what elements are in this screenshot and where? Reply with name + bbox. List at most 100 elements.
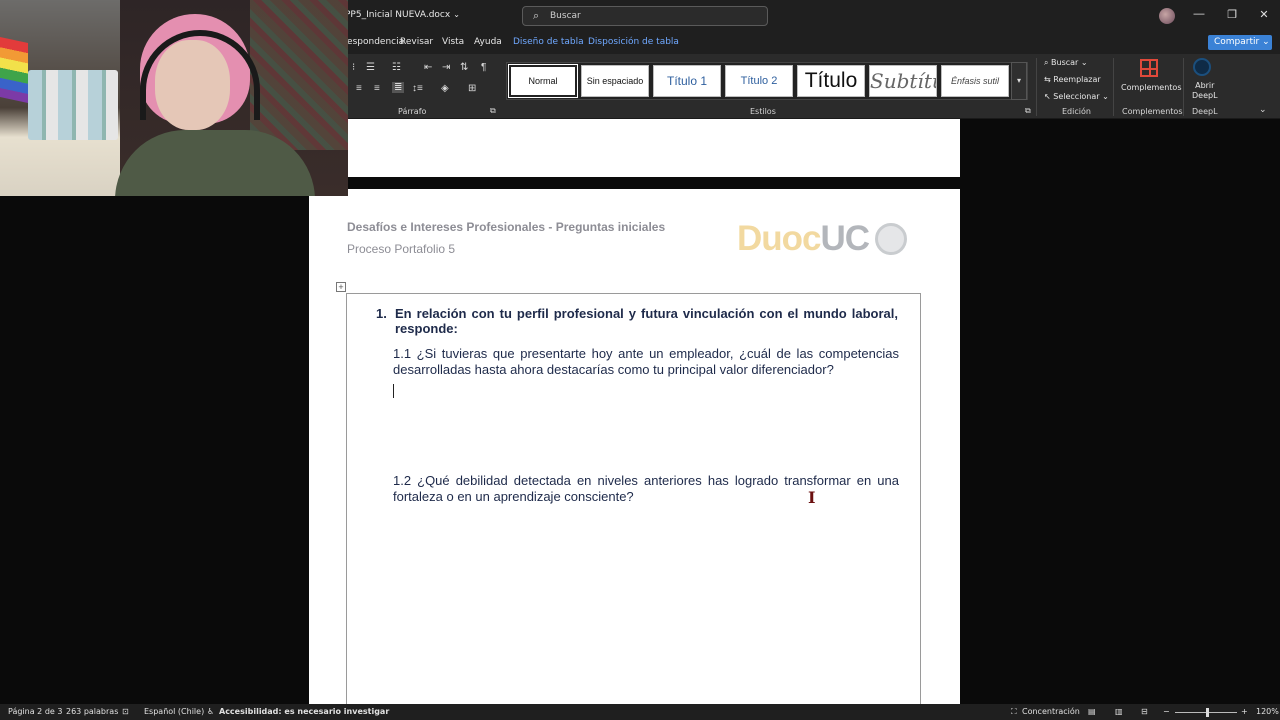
tab-vista[interactable]: Vista xyxy=(442,37,464,47)
styles-more-icon[interactable]: ▾ xyxy=(1011,62,1027,100)
webcam-overlay xyxy=(0,0,348,196)
zoom-in-icon[interactable]: + xyxy=(1241,707,1248,716)
status-bar: Página 2 de 3 263 palabras ⊡ Español (Ch… xyxy=(0,704,1280,720)
separator xyxy=(1183,58,1184,116)
deepl-button[interactable]: Abrir DeepL xyxy=(1188,57,1218,102)
collapse-ribbon-icon[interactable]: ⌄ xyxy=(1259,104,1267,115)
style-titulo-1[interactable]: Título 1 xyxy=(653,65,721,97)
tab-disposicion-tabla[interactable]: Disposición de tabla xyxy=(588,37,679,47)
text-cursor xyxy=(393,384,394,398)
pride-flag xyxy=(0,37,28,103)
web-layout-icon[interactable]: ⊟ xyxy=(1141,707,1148,716)
focus-mode[interactable]: Concentración xyxy=(1022,707,1080,716)
restore-icon[interactable]: ❐ xyxy=(1224,8,1240,21)
complementos-button[interactable]: Complementos xyxy=(1118,57,1182,102)
avatar[interactable] xyxy=(1159,8,1175,24)
increase-indent-icon[interactable]: ⇥ xyxy=(442,62,450,73)
page-count[interactable]: Página 2 de 3 xyxy=(8,707,62,716)
logo-seal-icon xyxy=(875,223,907,255)
share-label: Compartir xyxy=(1214,37,1260,47)
document-title[interactable]: PP5_Inicial NUEVA.docx ⌄ xyxy=(345,10,460,20)
group-label-deepl: DeepL xyxy=(1192,107,1218,116)
tab-revisar[interactable]: Revisar xyxy=(400,37,433,47)
numbering-icon[interactable]: ☰ xyxy=(366,62,375,73)
select-label: Seleccionar xyxy=(1053,92,1100,101)
style-subtitulo[interactable]: Subtítulo xyxy=(869,65,937,97)
sort-icon[interactable]: ⇅ xyxy=(460,62,468,73)
word-count[interactable]: 263 palabras xyxy=(66,707,118,716)
zoom-level[interactable]: 120% xyxy=(1256,707,1279,716)
accessibility-status[interactable]: Accesibilidad: es necesario investigar xyxy=(219,707,389,716)
styles-dialog-launcher-icon[interactable]: ⧉ xyxy=(1025,106,1031,116)
search-box[interactable]: ⌕ Buscar xyxy=(522,6,768,26)
share-button[interactable]: Compartir ⌄ xyxy=(1208,35,1272,50)
deepl-label-line2: DeepL xyxy=(1192,91,1218,100)
shading-icon[interactable]: ◈ xyxy=(441,83,449,94)
read-mode-icon[interactable]: ▤ xyxy=(1088,707,1096,716)
replace-label: Reemplazar xyxy=(1053,75,1101,84)
question-1-text: En relación con tu perfil profesional y … xyxy=(395,306,898,336)
separator xyxy=(1036,58,1037,116)
deepl-label-line1: Abrir xyxy=(1195,81,1215,90)
chevron-down-icon: ⌄ xyxy=(453,10,460,19)
dialog-launcher-icon[interactable]: ⧉ xyxy=(490,106,496,116)
tab-ayuda[interactable]: Ayuda xyxy=(474,37,502,47)
justify-icon[interactable]: ≣ xyxy=(392,82,405,93)
select-button[interactable]: ↖ Seleccionar ⌄ xyxy=(1044,92,1109,101)
close-icon[interactable]: ✕ xyxy=(1256,8,1272,21)
find-label: Buscar xyxy=(1051,58,1079,67)
header-title: Desafíos e Intereses Profesionales - Pre… xyxy=(347,220,666,234)
group-label-complementos: Complementos xyxy=(1122,107,1183,116)
separator xyxy=(1113,58,1114,116)
group-label-edicion: Edición xyxy=(1062,107,1091,116)
bullets-icon[interactable]: ⁝ xyxy=(352,62,355,73)
search-placeholder: Buscar xyxy=(550,11,581,21)
deepl-label: Abrir DeepL xyxy=(1192,81,1218,101)
accessibility-icon: ♿ xyxy=(207,707,215,716)
tab-diseno-tabla[interactable]: Diseño de tabla xyxy=(513,37,584,47)
align-right-icon[interactable]: ≡ xyxy=(374,83,380,94)
align-center-icon[interactable]: ≡ xyxy=(356,83,362,94)
styles-gallery: Normal Sin espaciado Título 1 Título 2 T… xyxy=(506,62,1028,100)
webcam-cans xyxy=(28,70,118,140)
logo-part-1: Duoc xyxy=(737,219,821,258)
pilcrow-icon[interactable]: ¶ xyxy=(481,62,486,73)
minimize-icon[interactable]: — xyxy=(1191,8,1207,20)
select-icon: ↖ xyxy=(1044,92,1051,101)
language-status[interactable]: Español (Chile) xyxy=(144,707,204,716)
complementos-label: Complementos xyxy=(1121,83,1182,92)
group-label-parrafo: Párrafo xyxy=(398,107,427,116)
question-table[interactable]: 1. En relación con tu perfil profesional… xyxy=(346,293,921,720)
proofing-icon[interactable]: ⊡ xyxy=(122,707,129,716)
style-enfasis-sutil[interactable]: Énfasis sutil xyxy=(941,65,1009,97)
replace-button[interactable]: ⇆ Reemplazar xyxy=(1044,75,1101,84)
multilevel-list-icon[interactable]: ☷ xyxy=(392,62,401,73)
question-1-number: 1. xyxy=(376,306,387,321)
style-titulo-2[interactable]: Título 2 xyxy=(725,65,793,97)
style-titulo[interactable]: Título xyxy=(797,65,865,97)
webcam-posters xyxy=(250,0,348,150)
decrease-indent-icon[interactable]: ⇤ xyxy=(424,62,432,73)
style-normal[interactable]: Normal xyxy=(508,64,578,98)
print-layout-icon[interactable]: ▥ xyxy=(1115,707,1123,716)
document-canvas: Desafíos e Intereses Profesionales - Pre… xyxy=(0,119,1280,720)
table-move-handle-icon[interactable]: + xyxy=(336,282,346,292)
replace-icon: ⇆ xyxy=(1044,75,1051,84)
page-1 xyxy=(309,119,960,177)
search-icon: ⌕ xyxy=(533,10,540,22)
logo-part-2: UC xyxy=(820,219,871,258)
zoom-out-icon[interactable]: − xyxy=(1163,707,1170,716)
style-sin-espaciado[interactable]: Sin espaciado xyxy=(581,65,649,97)
question-1: 1. En relación con tu perfil profesional… xyxy=(376,306,898,336)
page-2[interactable]: Desafíos e Intereses Profesionales - Pre… xyxy=(309,189,960,720)
focus-icon: ⛶ xyxy=(1011,707,1017,716)
tab-correspondencia[interactable]: rrespondencia xyxy=(340,37,404,47)
word-app: PP5_Inicial NUEVA.docx ⌄ ⌕ Buscar — ❐ ✕ r… xyxy=(0,0,1280,720)
add-ins-icon xyxy=(1140,59,1158,77)
zoom-slider-thumb[interactable] xyxy=(1206,708,1209,717)
question-1-2: 1.2 ¿Qué debilidad detectada en niveles … xyxy=(393,473,899,504)
borders-icon[interactable]: ⊞ xyxy=(468,83,476,94)
find-button[interactable]: ⌕ Buscar ⌄ xyxy=(1044,58,1088,68)
group-label-estilos: Estilos xyxy=(750,107,776,116)
line-spacing-icon[interactable]: ↕≡ xyxy=(412,83,423,94)
